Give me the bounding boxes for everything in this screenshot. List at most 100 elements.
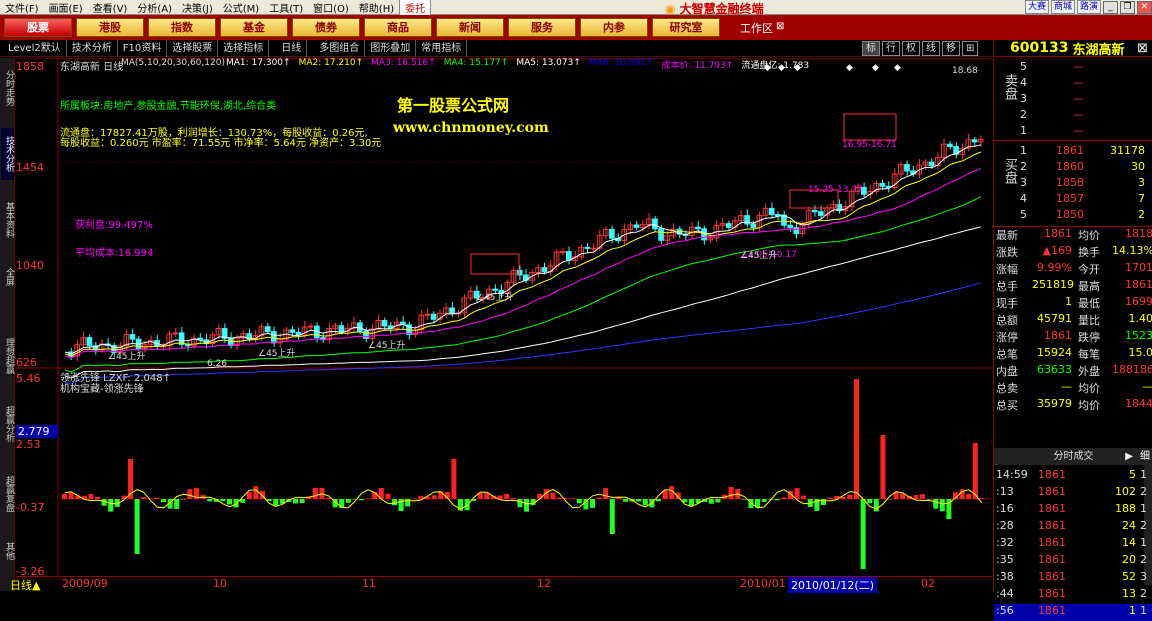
overlay-dropdown[interactable]: 图形叠加 [365,40,416,57]
buy-order-row[interactable]: 1186131178 [994,144,1152,160]
tab-bonds[interactable]: 债券 [292,18,360,37]
common-indicator-dropdown[interactable]: 常用指标 [416,40,467,57]
tick-row[interactable]: :1618611881 [994,502,1152,519]
sidebar-item-tech-analysis[interactable]: 技术分析 [1,128,14,180]
tick-row[interactable]: :321861141 [994,536,1152,553]
toolbar-menu-icon[interactable]: ⊞ [962,41,978,56]
select-indicator-button[interactable]: 选择指标 [218,40,269,57]
menubar-right: 大赛 商城 路演 _ ❐ ✕ [1025,0,1152,14]
sector-info: 所属板块:房地产,参股金融,节能环保,湖北,综合类 [60,97,276,112]
menu-view[interactable]: 查看(V) [88,0,133,15]
menu-file[interactable]: 文件(F) [0,0,44,15]
sidebar-item-intraday[interactable]: 分时走势 [1,62,14,114]
quote-stat-row: 总卖—均价— [994,380,1152,397]
ticks-detail-button[interactable]: 细 [1140,448,1150,465]
buy-order-row[interactable]: 418577 [994,192,1152,208]
tech-analysis-dropdown[interactable]: 技术分析 [67,40,118,57]
mall-button[interactable]: 商城 [1051,0,1075,14]
select-stock-button[interactable]: 选择股票 [167,40,218,57]
tab-index[interactable]: 指数 [148,18,216,37]
workarea-label[interactable]: 工作区 [740,20,773,36]
mark-button[interactable]: 标 [862,41,880,56]
quote-stat-row: 涨跌▲169换手14.13% [994,244,1152,261]
watermark-title: 第一股票公式网 [397,92,509,116]
tick-row[interactable]: :441861132 [994,587,1152,604]
buy-order-row[interactable]: 318583 [994,176,1152,192]
period-dropdown[interactable]: 日线 [269,40,307,57]
tick-volume: 13 [1094,587,1136,600]
menu-analysis[interactable]: 分析(A) [132,0,177,15]
menu-decision[interactable]: 决策(J) [177,0,218,15]
tab-research[interactable]: 研究室 [652,18,720,37]
ma2-value: MA2: 17.210↑ [299,58,364,71]
stat-value: 1861 [1032,227,1072,240]
menu-tools[interactable]: 工具(T) [264,0,308,15]
sell-order-row[interactable]: 1— [994,124,1152,140]
high-annotation: 18.68 [952,66,978,76]
buy-order-row[interactable]: 518502 [994,208,1152,224]
level2-default-dropdown[interactable]: Level2默认 [0,40,67,57]
move-button[interactable]: 移 [942,41,960,56]
sell-order-row[interactable]: 2— [994,108,1152,124]
multi-chart-dropdown[interactable]: 多图组合 [307,40,365,57]
play-icon[interactable]: ▶ [1125,448,1133,465]
svg-text:◆: ◆ [872,63,879,73]
stat-value: 1861 [1112,278,1152,291]
tab-funds[interactable]: 基金 [220,18,288,37]
workarea-close-icon[interactable]: ⊠ [776,21,789,34]
line-button[interactable]: 线 [922,41,940,56]
tick-row[interactable]: :281861242 [994,519,1152,536]
menu-view-screen[interactable]: 画面(E) [44,0,88,15]
close-icon[interactable]: ✕ [1137,1,1152,14]
sell-order-row[interactable]: 5— [994,60,1152,76]
restore-icon[interactable]: ❐ [1120,1,1135,14]
stat-key: 涨停 [996,329,1018,345]
tick-row[interactable]: :381861523 [994,570,1152,587]
menu-formula[interactable]: 公式(M) [218,0,264,15]
minimize-icon[interactable]: _ [1103,1,1118,14]
tab-insider[interactable]: 内参 [580,18,648,37]
sidebar-item-replay[interactable]: 超赢复盘 [1,468,14,520]
tick-row[interactable]: :56186111 [994,604,1152,621]
sidebar-item-ideal[interactable]: 理想超赢 [1,330,14,382]
tick-row[interactable]: 14:59186151 [994,468,1152,485]
buy-order-row[interactable]: 2186030 [994,160,1152,176]
menu-help[interactable]: 帮助(H) [354,0,399,15]
brand-logo-icon: ◉ [665,2,675,16]
rise-annotation-2: ∠45上升 [258,346,296,359]
quote-stat-row: 总手251819最高1861 [994,278,1152,295]
menu-window[interactable]: 窗口(O) [308,0,354,15]
tab-stocks[interactable]: 股票 [4,18,72,37]
stat-key: 总手 [996,278,1018,294]
roadshow-button[interactable]: 路演 [1077,0,1101,14]
tab-commodities[interactable]: 商品 [364,18,432,37]
tab-service[interactable]: 服务 [508,18,576,37]
right-button[interactable]: 权 [902,41,920,56]
stat-value: 9.99% [1032,261,1072,274]
sell-order-row[interactable]: 3— [994,92,1152,108]
row-button[interactable]: 行 [882,41,900,56]
sidebar-item-super-analysis[interactable]: 超赢分析 [1,398,14,450]
info-line-2: 每股收益：0.260元 市盈率：71.55元 市净率：5.64元 净资产：3.3… [60,134,381,149]
tick-row[interactable]: :351861202 [994,553,1152,570]
trade-button[interactable]: 委托 [399,0,431,16]
contest-button[interactable]: 大赛 [1025,0,1049,14]
panel-close-icon[interactable]: ⊠ [1137,41,1148,56]
sell-order-row[interactable]: 4— [994,76,1152,92]
stock-title: 东湖高新 日线 [60,58,123,73]
sidebar-item-other[interactable]: 其他 [1,536,14,566]
tab-hk-stocks[interactable]: 港股 [76,18,144,37]
tick-volume: 5 [1094,468,1136,481]
tab-news[interactable]: 新闻 [436,18,504,37]
stat-key: 均价 [1078,380,1100,396]
quote-panel: 600133 东湖高新 ⊠ 卖盘 买盘 分时成交 ▶ 细 5—4—3—2—1—1… [993,40,1152,591]
tick-row[interactable]: :1318611022 [994,485,1152,502]
sidebar-item-fundamentals[interactable]: 基本资料 [1,194,14,246]
sell-order-price: — [1044,76,1084,89]
f10-button[interactable]: F10资料 [118,40,167,57]
stat-value: 1701 [1112,261,1152,274]
tick-count: 3 [1140,570,1147,583]
stat-key: 涨跌 [996,244,1018,260]
sidebar-item-fullscreen[interactable]: 全屏 [1,262,14,292]
sell-order-price: — [1044,60,1084,73]
